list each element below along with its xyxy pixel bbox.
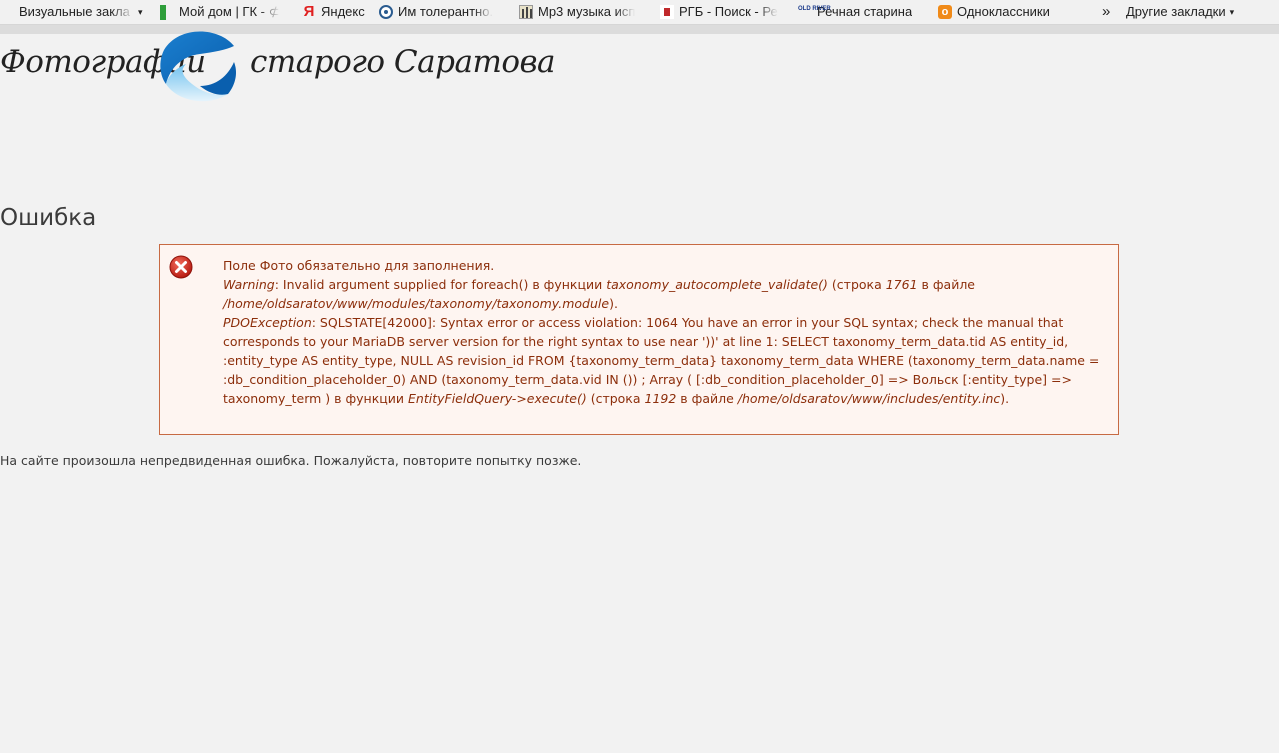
warning-line-prefix: (строка bbox=[827, 277, 886, 292]
warning-file-path: /home/oldsaratov/www/modules/taxonomy/ta… bbox=[223, 296, 610, 311]
pdo-end: ). bbox=[1000, 391, 1010, 406]
rgb-icon bbox=[660, 5, 674, 19]
chevron-down-icon: ▾ bbox=[1229, 7, 1235, 17]
warning-file-prefix: в файле bbox=[917, 277, 976, 292]
warning-text: : Invalid argument supplied for foreach(… bbox=[274, 277, 607, 292]
bookmark-other-folder[interactable]: Другие закладки ▾ bbox=[1126, 4, 1256, 20]
pdo-label: PDOException bbox=[223, 315, 312, 330]
warning-label: Warning bbox=[223, 277, 275, 292]
bookmark-visual-bookmarks[interactable]: Визуальные закла ▾ bbox=[19, 4, 149, 20]
bookmark-label: РГБ - Поиск - Ре bbox=[679, 4, 778, 19]
bookmark-label: Одноклассники bbox=[957, 4, 1050, 19]
site-error-notice: На сайте произошла непредвиденная ошибка… bbox=[0, 453, 582, 468]
bookmark-odnoklassniki[interactable]: о Одноклассники bbox=[938, 4, 1063, 20]
bookmark-label: Визуальные закла bbox=[19, 4, 130, 19]
logo-text-right: старого Саратова bbox=[250, 44, 556, 80]
bookmark-rgb[interactable]: РГБ - Поиск - Ре bbox=[660, 4, 785, 20]
pdo-file-prefix: в файле bbox=[676, 391, 738, 406]
error-pdo-exception: PDOException: SQLSTATE[42000]: Syntax er… bbox=[223, 313, 1108, 408]
warning-end: ). bbox=[609, 296, 618, 311]
yandex-icon: Я bbox=[303, 4, 315, 20]
bookmarks-overflow-button[interactable]: » bbox=[1102, 4, 1116, 20]
warning-line-number: 1761 bbox=[885, 277, 918, 292]
error-message-box: Поле Фото обязательно для заполнения. Wa… bbox=[159, 244, 1119, 435]
bookmark-label: Мой дом | ГК - ⊄ bbox=[179, 4, 280, 19]
site-logo[interactable]: Фотографии старого Саратова bbox=[0, 24, 556, 110]
bookmark-label: Им толерантно. bbox=[398, 4, 494, 19]
pdo-line-number: 1192 bbox=[644, 391, 677, 406]
old-river-icon: OLD RIVER bbox=[798, 5, 831, 12]
bookmark-label: Mp3 музыка исп bbox=[538, 4, 636, 19]
pdo-file-path: /home/oldsaratov/www/includes/entity.inc bbox=[737, 391, 1001, 406]
bookmark-label: Речная старина bbox=[817, 4, 913, 19]
bookmark-label: Другие закладки bbox=[1126, 4, 1226, 19]
green-squares-icon bbox=[160, 5, 174, 20]
globe-icon bbox=[379, 5, 393, 19]
bookmark-label: Яндекс bbox=[321, 4, 365, 19]
bookmark-mp3[interactable]: Mp3 музыка исп bbox=[519, 4, 647, 20]
error-warning: Warning: Invalid argument supplied for f… bbox=[223, 275, 1108, 313]
bookmarks-bar: Визуальные закла ▾ Мой дом | ГК - ⊄ Я Ян… bbox=[0, 0, 1279, 34]
mp3-icon bbox=[519, 5, 533, 19]
warning-function: taxonomy_autocomplete_validate() bbox=[606, 277, 828, 292]
bookmark-river-antiquity[interactable]: OLD RIVER Речная старина bbox=[798, 4, 923, 20]
pdo-line-prefix: (строка bbox=[586, 391, 645, 406]
double-chevron-right-icon: » bbox=[1102, 4, 1111, 20]
page-title: Ошибка bbox=[0, 205, 97, 231]
logo-eye-icon bbox=[160, 31, 236, 102]
error-line-required-field: Поле Фото обязательно для заполнения. bbox=[223, 258, 495, 273]
bookmark-tolerant[interactable]: Им толерантно. bbox=[379, 4, 503, 20]
chevron-down-icon: ▾ bbox=[138, 7, 143, 17]
bookmark-yandex[interactable]: Я Яндекс bbox=[302, 4, 368, 20]
error-message-text: Поле Фото обязательно для заполнения. Wa… bbox=[223, 256, 1108, 408]
error-icon bbox=[169, 255, 193, 279]
pdo-function: EntityFieldQuery->execute() bbox=[408, 391, 587, 406]
bookmark-my-home[interactable]: Мой дом | ГК - ⊄ bbox=[160, 4, 292, 20]
odnoklassniki-icon: о bbox=[938, 5, 952, 19]
